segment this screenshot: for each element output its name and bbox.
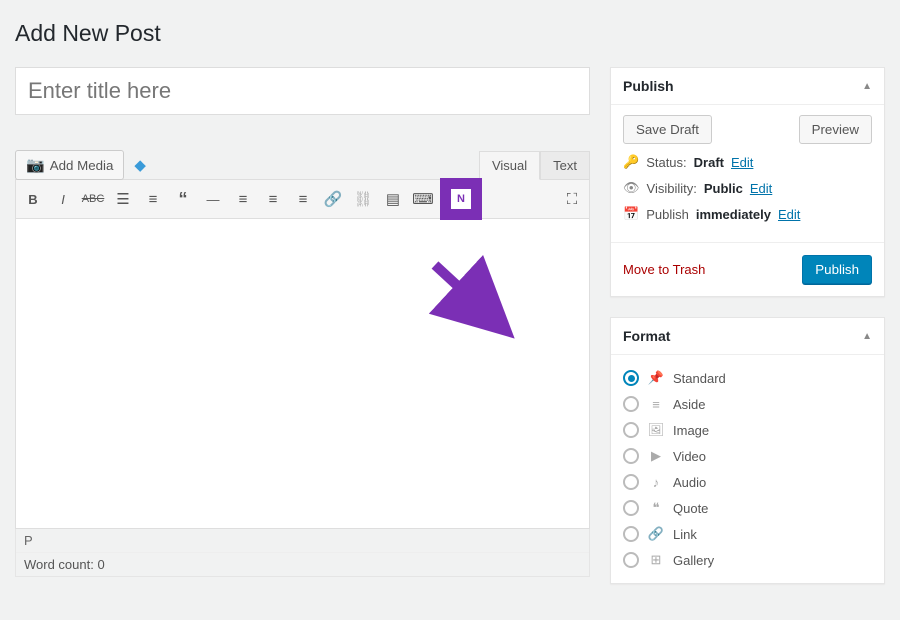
onenote-button[interactable]: N xyxy=(444,182,478,216)
format-option-link[interactable]: 🔗 Link xyxy=(623,521,872,547)
blockquote-button[interactable]: “ xyxy=(168,185,198,213)
radio-icon xyxy=(623,474,639,490)
format-label: Video xyxy=(673,449,706,464)
align-right-button[interactable]: ≡ xyxy=(288,185,318,213)
radio-icon xyxy=(623,370,639,386)
italic-button[interactable]: I xyxy=(48,185,78,213)
publish-title: Publish xyxy=(623,78,674,94)
hr-button[interactable]: — xyxy=(198,185,228,213)
save-draft-button[interactable]: Save Draft xyxy=(623,115,712,144)
bullet-list-button[interactable]: ☰ xyxy=(108,185,138,213)
unlink-button[interactable]: ⛓ xyxy=(348,185,378,213)
link-button[interactable]: 🔗 xyxy=(318,185,348,213)
editor-status-bar: P Word count: 0 xyxy=(15,529,590,577)
chevron-up-icon: ▲ xyxy=(862,81,872,92)
add-media-button[interactable]: 📷 Add Media xyxy=(15,150,124,180)
publish-panel-header[interactable]: Publish ▲ xyxy=(611,68,884,105)
radio-icon xyxy=(623,396,639,412)
edit-visibility-link[interactable]: Edit xyxy=(750,181,772,196)
strikethrough-button[interactable]: ABC xyxy=(78,185,108,213)
format-panel-header[interactable]: Format ▲ xyxy=(611,318,884,355)
key-icon: 🔑 xyxy=(623,154,639,170)
radio-icon xyxy=(623,422,639,438)
onenote-icon: N xyxy=(451,189,471,209)
radio-icon xyxy=(623,500,639,516)
align-left-button[interactable]: ≡ xyxy=(228,185,258,213)
bold-button[interactable]: B xyxy=(18,185,48,213)
visibility-row: 👁 Visibility: Public Edit xyxy=(623,180,872,196)
radio-icon xyxy=(623,448,639,464)
format-label: Audio xyxy=(673,475,706,490)
format-title: Format xyxy=(623,328,670,344)
format-icon: ≡ xyxy=(648,397,664,412)
format-icon: ⊞ xyxy=(648,552,664,568)
format-label: Aside xyxy=(673,397,706,412)
numbered-list-button[interactable]: ≡ xyxy=(138,185,168,213)
editor-content-area[interactable] xyxy=(15,219,590,529)
format-label: Standard xyxy=(673,371,726,386)
format-icon: 📌 xyxy=(648,370,664,386)
format-option-quote[interactable]: ❝ Quote xyxy=(623,495,872,521)
edit-status-link[interactable]: Edit xyxy=(731,155,753,170)
toolbar-toggle-button[interactable]: ⌨ xyxy=(408,185,438,213)
post-title-input[interactable] xyxy=(15,67,590,115)
more-button[interactable]: ▤ xyxy=(378,185,408,213)
radio-icon xyxy=(623,552,639,568)
word-count: Word count: 0 xyxy=(16,553,589,576)
publish-button[interactable]: Publish xyxy=(802,255,872,284)
format-label: Gallery xyxy=(673,553,714,568)
format-label: Quote xyxy=(673,501,708,516)
publish-panel: Publish ▲ Save Draft Preview 🔑 Status: D… xyxy=(610,67,885,297)
schedule-row: 📅 Publish immediately Edit xyxy=(623,206,872,222)
media-icon: 📷 xyxy=(26,156,45,174)
format-panel: Format ▲ 📌 Standard ≡ Aside 🖼 Image ▶ Video ♪ Aud… xyxy=(610,317,885,584)
eye-icon: 👁 xyxy=(623,180,640,196)
format-option-aside[interactable]: ≡ Aside xyxy=(623,391,872,417)
edit-schedule-link[interactable]: Edit xyxy=(778,207,800,222)
format-option-audio[interactable]: ♪ Audio xyxy=(623,469,872,495)
format-icon: ▶ xyxy=(648,448,664,464)
format-option-video[interactable]: ▶ Video xyxy=(623,443,872,469)
add-media-label: Add Media xyxy=(50,158,114,173)
editor-toolbar: B I ABC ☰ ≡ “ — ≡ ≡ ≡ 🔗 ⛓ ▤ ⌨ N ⛶ xyxy=(15,179,590,219)
fullscreen-button[interactable]: ⛶ xyxy=(557,185,587,213)
format-icon: ❝ xyxy=(648,500,664,516)
chevron-up-icon: ▲ xyxy=(862,331,872,342)
format-option-image[interactable]: 🖼 Image xyxy=(623,417,872,443)
move-to-trash-link[interactable]: Move to Trash xyxy=(623,262,705,277)
format-label: Link xyxy=(673,527,697,542)
status-row: 🔑 Status: Draft Edit xyxy=(623,154,872,170)
align-center-button[interactable]: ≡ xyxy=(258,185,288,213)
format-label: Image xyxy=(673,423,709,438)
format-icon: 🖼 xyxy=(648,422,664,438)
tab-text[interactable]: Text xyxy=(540,151,590,180)
calendar-icon: 📅 xyxy=(623,206,639,222)
format-option-gallery[interactable]: ⊞ Gallery xyxy=(623,547,872,573)
tab-visual[interactable]: Visual xyxy=(479,151,540,180)
plugin-icon[interactable]: ◆ xyxy=(134,156,146,174)
format-icon: 🔗 xyxy=(648,526,664,542)
radio-icon xyxy=(623,526,639,542)
preview-button[interactable]: Preview xyxy=(799,115,872,144)
format-icon: ♪ xyxy=(648,475,664,490)
element-path: P xyxy=(16,529,589,553)
page-title: Add New Post xyxy=(15,20,885,47)
format-option-standard[interactable]: 📌 Standard xyxy=(623,365,872,391)
